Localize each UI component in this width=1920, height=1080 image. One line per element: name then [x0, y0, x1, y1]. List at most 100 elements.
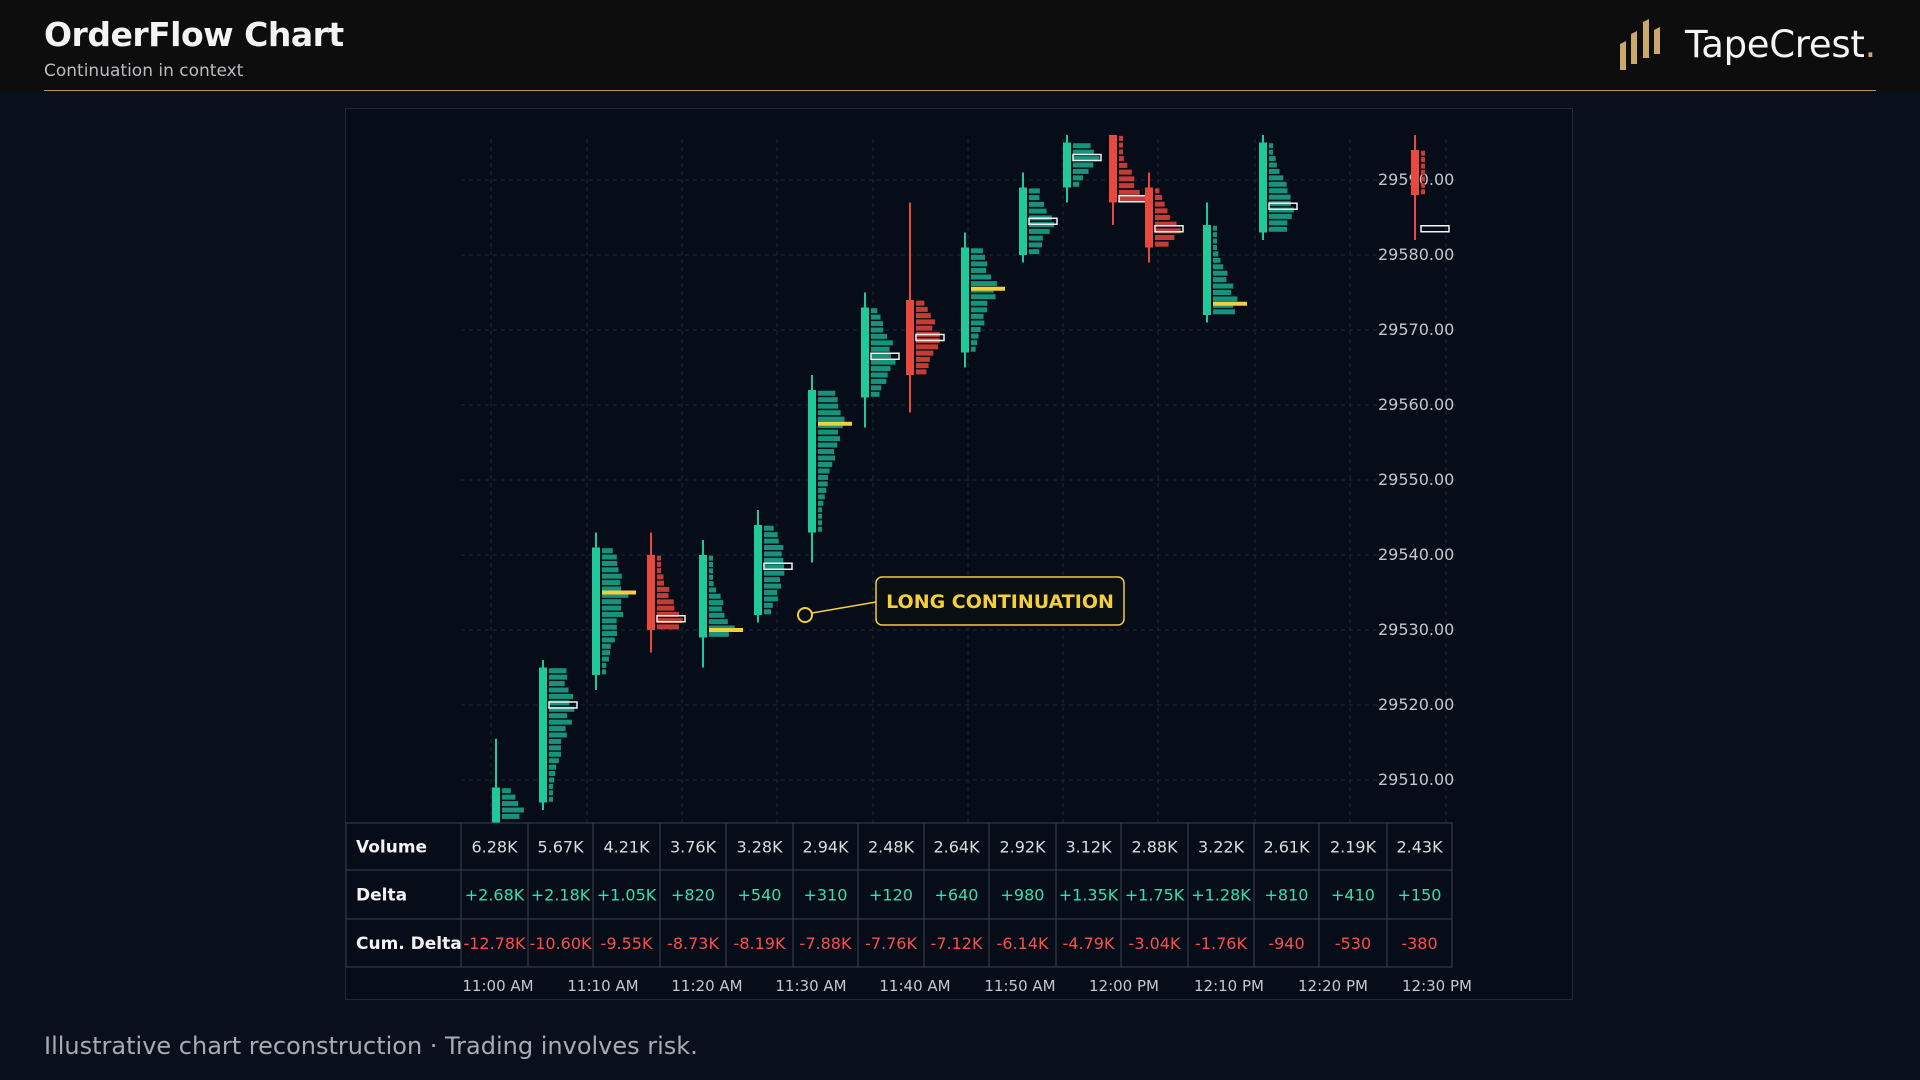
- profile-bar: [657, 555, 661, 561]
- poc-marker: [709, 628, 743, 632]
- page-subtitle: Continuation in context: [44, 61, 244, 81]
- profile-bar: [764, 532, 778, 538]
- candle-body: [647, 555, 655, 630]
- candle-body: [1203, 225, 1211, 315]
- grid-lines: [461, 139, 1456, 823]
- profile-bar: [502, 801, 519, 807]
- annotation-marker: [797, 607, 813, 623]
- profile-bar: [502, 807, 524, 813]
- profile-bar: [602, 580, 621, 586]
- profile-bar: [1029, 228, 1050, 234]
- table-row-label: Delta: [356, 886, 407, 906]
- table-cell: +540: [738, 886, 782, 905]
- profile-bar: [1155, 195, 1163, 200]
- orderflow-chart: 29510.00 29520.00 29530.00 29540.00 29550.00…: [345, 108, 1573, 1000]
- profile-bar: [1269, 181, 1287, 187]
- profile-bar: [602, 656, 609, 662]
- profile-bar: [871, 333, 888, 339]
- profile-bar: [764, 525, 774, 531]
- profile-bar: [1213, 238, 1217, 244]
- profile-bar: [1269, 194, 1291, 200]
- x-tick-label: 11:10 AM: [567, 977, 638, 995]
- candle: [754, 510, 793, 623]
- candle: [1019, 172, 1058, 263]
- profile-bar: [1269, 226, 1287, 232]
- profile-bar: [1073, 175, 1084, 181]
- profile-bar: [1269, 175, 1284, 181]
- profile-bar: [1119, 162, 1128, 168]
- candle-body: [808, 390, 816, 533]
- profile-bar: [1213, 290, 1232, 295]
- table-cell: 2.61K: [1263, 838, 1310, 857]
- profile-bar: [871, 391, 880, 397]
- table-cell: +1.28K: [1191, 886, 1251, 905]
- x-tick-label: 11:20 AM: [671, 977, 742, 995]
- profile-bar: [818, 390, 836, 396]
- profile-bar: [709, 593, 721, 599]
- profile-bar: [549, 777, 555, 783]
- table-cell: -380: [1401, 934, 1437, 953]
- table-cell: -3.04K: [1129, 934, 1181, 953]
- profile-bar: [764, 557, 784, 563]
- profile-bar: [818, 520, 822, 526]
- profile-bar: [1119, 142, 1123, 148]
- poc-marker: [971, 286, 1005, 291]
- profile-bar: [1073, 168, 1089, 174]
- profile-bar: [657, 568, 661, 574]
- profile-bar: [916, 300, 925, 306]
- profile-bar: [1213, 251, 1219, 257]
- table-cell: 2.43K: [1396, 838, 1443, 857]
- brand-logo: TapeCrest.: [1617, 14, 1876, 74]
- profile-bar: [1029, 195, 1040, 201]
- table-cell: -10.60K: [529, 934, 592, 953]
- candle: [808, 375, 852, 563]
- profile-bar: [764, 583, 782, 589]
- candle-body: [592, 547, 600, 675]
- profile-bar: [818, 397, 838, 403]
- profile-bar: [602, 560, 618, 566]
- profile-bar: [1213, 270, 1228, 276]
- profile-bar: [1269, 220, 1288, 226]
- candle: [492, 738, 524, 823]
- candle-body: [1019, 187, 1027, 255]
- candle-body: [492, 787, 500, 823]
- profile-bar: [602, 605, 622, 611]
- candle-body: [699, 555, 707, 638]
- profile-bar: [1269, 156, 1276, 162]
- header-divider: [44, 90, 1876, 91]
- profile-bar: [1119, 149, 1123, 155]
- profile-bar: [1119, 189, 1140, 195]
- table-cell: 4.21K: [603, 838, 650, 857]
- candle-body: [1109, 135, 1117, 203]
- candle: [539, 660, 578, 810]
- profile-bar: [764, 609, 772, 615]
- table-cell: 3.12K: [1065, 838, 1112, 857]
- table-cell: 3.22K: [1198, 838, 1245, 857]
- bars-logo-icon: [1620, 19, 1661, 70]
- profile-bar: [657, 586, 670, 592]
- candle: [1063, 135, 1102, 203]
- footer-disclaimer: Illustrative chart reconstruction · Trad…: [44, 1032, 698, 1060]
- profile-bar: [657, 561, 661, 567]
- profile-bar: [549, 783, 553, 789]
- profile-bar: [709, 574, 713, 580]
- table-cell: +310: [804, 886, 848, 905]
- profile-bar: [1073, 181, 1080, 187]
- profile-bar: [1269, 213, 1292, 219]
- profile-bar: [1269, 168, 1280, 174]
- table-row-label: Cum. Delta: [356, 934, 462, 954]
- profile-bar: [971, 320, 985, 326]
- profile-bar: [1155, 208, 1168, 214]
- table-cell: +1.05K: [597, 886, 657, 905]
- profile-bar: [602, 650, 610, 656]
- profile-bar: [549, 732, 567, 738]
- profile-bar: [1029, 249, 1040, 255]
- profile-bar: [764, 545, 784, 550]
- profile-bar: [1269, 188, 1288, 194]
- table-row-label: Volume: [356, 838, 427, 858]
- candle-body: [1063, 142, 1071, 188]
- profile-bar: [818, 513, 822, 519]
- profile-bar: [657, 574, 664, 580]
- y-tick-label: 29550.00: [1378, 470, 1454, 489]
- profile-bar: [709, 587, 717, 593]
